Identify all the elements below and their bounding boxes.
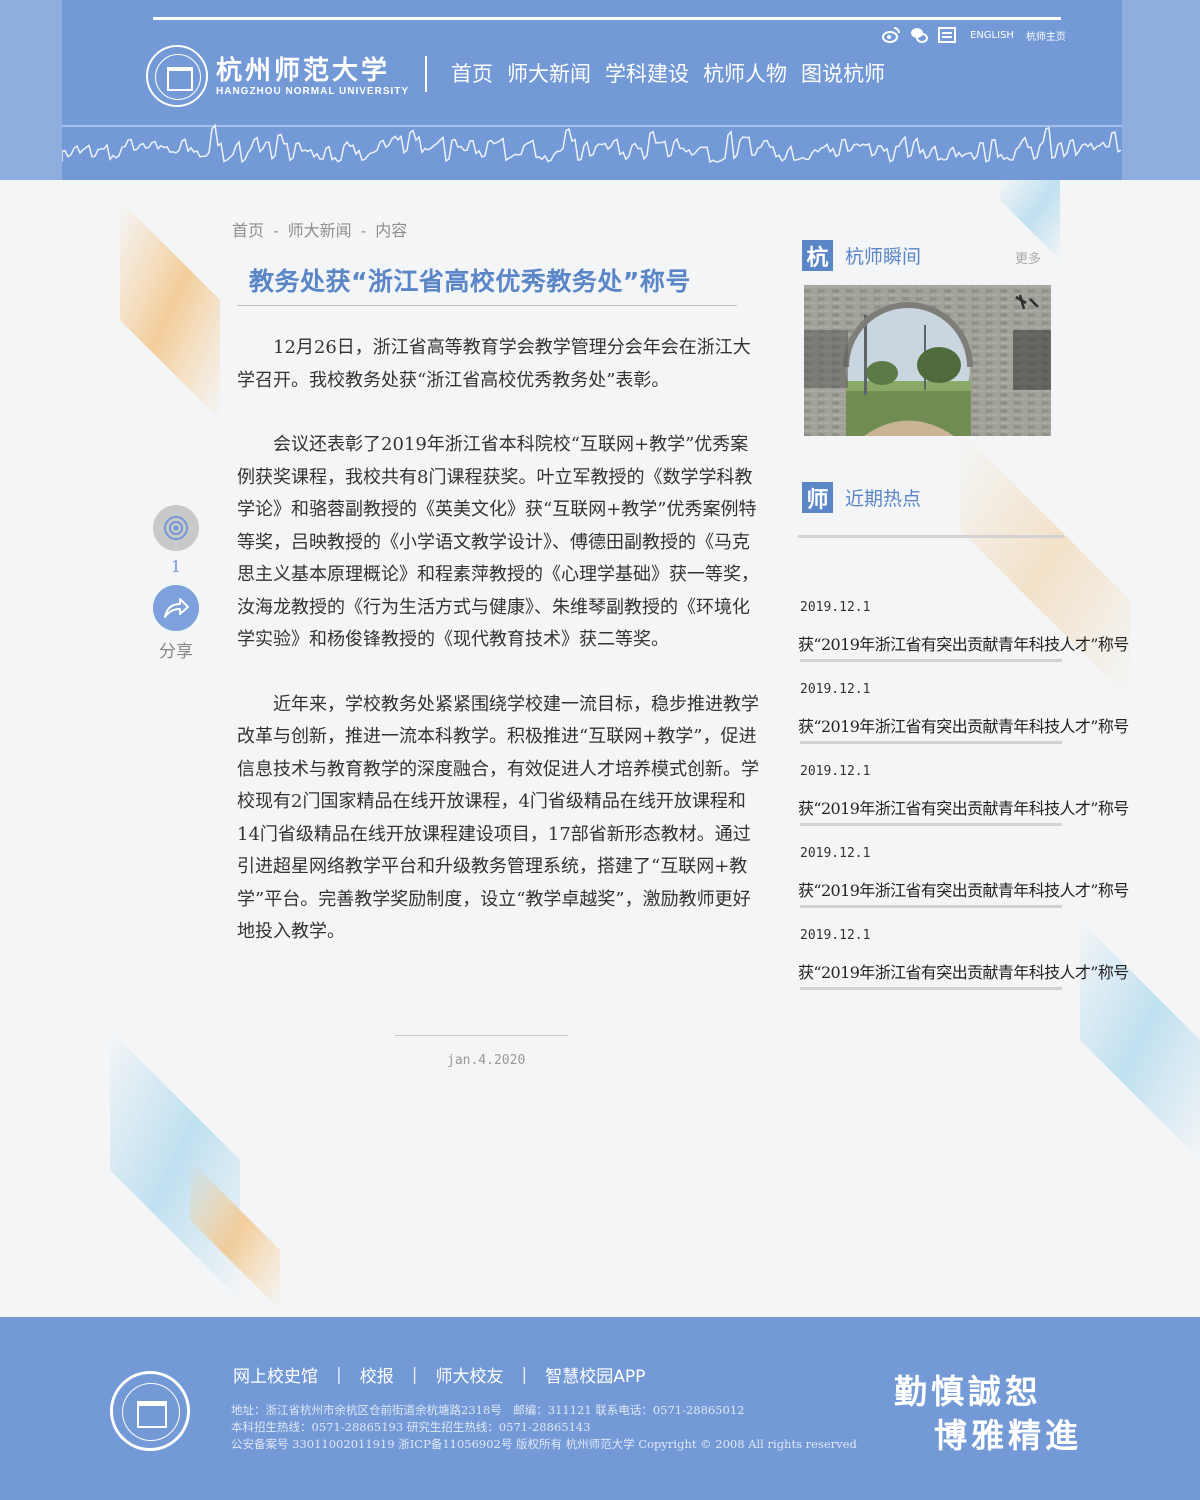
footer-seal-icon (110, 1371, 190, 1451)
view-count: 1 (170, 557, 182, 576)
article-paragraph: 会议还表彰了2019年浙江省本科院校“互联网+教学”优秀案例获奖课程，我校共有8… (237, 434, 759, 650)
hot-topic-divider (800, 823, 1062, 826)
english-link[interactable]: ENGLISH (970, 30, 1014, 41)
city-skyline-decoration (62, 123, 1122, 164)
university-seal-icon (146, 45, 208, 107)
hot-topic-divider (800, 659, 1062, 662)
breadcrumb-home[interactable]: 首页 (232, 221, 264, 240)
hot-topics-badge: 师 (802, 482, 833, 513)
weibo-icon[interactable] (880, 24, 902, 46)
nav-news[interactable]: 师大新闻 (507, 58, 591, 88)
article-body: 12月26日，浙江省高等教育学会教学管理分会年会在浙江大学召开。我校教务处获“浙… (237, 332, 759, 981)
hot-topics-header: 师 近期热点 (802, 482, 921, 513)
logo-divider (425, 56, 427, 92)
logo-chinese-name: 杭州师范大学 (216, 55, 391, 86)
hot-topic-title[interactable]: 获“2019年浙江省有突出贡献青年科技人才”称号 (798, 795, 1129, 819)
footer-copyright: 公安备案号 33011002011919 浙ICP备11056902号 版权所有… (231, 1437, 857, 1451)
logo-text: 杭州师范大学 HANGZHOU NORMAL UNIVERSITY (216, 56, 409, 97)
hot-topic-title[interactable]: 获“2019年浙江省有突出贡献青年科技人才”称号 (798, 631, 1129, 655)
footer-info: 地址：浙江省杭州市余杭区仓前街道余杭塘路2318号 邮编：311121 联系电话… (231, 1402, 857, 1453)
hot-topic-item[interactable]: 2019.12.1 获“2019年浙江省有突出贡献青年科技人才”称号 (798, 600, 1129, 682)
breadcrumb-current: 内容 (375, 221, 408, 240)
motto-line: 博雅精進 (934, 1416, 1082, 1455)
moments-title[interactable]: 杭师瞬间 (845, 242, 921, 269)
hot-topic-date: 2019.12.1 (800, 928, 871, 943)
campus-moment-photo[interactable] (804, 285, 1051, 436)
footer-link-separator: | (521, 1364, 528, 1385)
hot-topic-item[interactable]: 2019.12.1 获“2019年浙江省有突出贡献青年科技人才”称号 (798, 928, 1129, 1010)
share-arrow-icon (164, 598, 189, 618)
moments-badge: 杭 (802, 240, 833, 271)
moments-header: 杭 杭师瞬间 (802, 240, 921, 271)
hot-topic-item[interactable]: 2019.12.1 获“2019年浙江省有突出贡献青年科技人才”称号 (798, 764, 1129, 846)
hot-topic-title[interactable]: 获“2019年浙江省有突出贡献青年科技人才”称号 (798, 713, 1129, 737)
nav-disciplines[interactable]: 学科建设 (605, 58, 689, 88)
homepage-link[interactable]: 杭师主页 (1026, 28, 1066, 43)
site-header: 杭州师范大学 HANGZHOU NORMAL UNIVERSITY 首页 师大新… (0, 0, 1200, 180)
wechat-icon[interactable] (908, 24, 930, 46)
footer-link-history[interactable]: 网上校史馆 (233, 1362, 318, 1387)
hot-topic-date: 2019.12.1 (800, 764, 871, 779)
hot-topics-title[interactable]: 近期热点 (845, 484, 921, 511)
news-icon[interactable] (936, 24, 958, 46)
hot-topic-item[interactable]: 2019.12.1 获“2019年浙江省有突出贡献青年科技人才”称号 (798, 846, 1129, 928)
hot-topic-date: 2019.12.1 (800, 846, 871, 861)
moments-more-link[interactable]: 更多 (1015, 248, 1041, 267)
logo-english-name: HANGZHOU NORMAL UNIVERSITY (216, 85, 410, 97)
article-paragraph: 近年来，学校教务处紧紧围绕学校建一流目标，稳步推进教学改革与创新，推进一流本科教… (237, 693, 759, 943)
article-tools: 1 分享 (152, 505, 200, 662)
footer-link-separator: | (336, 1364, 342, 1385)
eye-icon (164, 516, 188, 540)
article-date: jan.4.2020 (447, 1053, 526, 1068)
hot-topic-divider (800, 741, 1062, 744)
footer-hotlines: 本科招生热线：0571-28865193 研究生招生热线：0571-288651… (231, 1420, 591, 1434)
breadcrumb-separator: - (273, 221, 279, 240)
share-button[interactable] (153, 585, 199, 631)
school-motto: 勤慎誠恕 博雅精進 (894, 1370, 1082, 1458)
footer-links: 网上校史馆 | 校报 | 师大校友 | 智慧校园APP (233, 1362, 645, 1388)
date-divider (395, 1035, 568, 1036)
breadcrumb-separator: - (360, 221, 367, 240)
nav-people[interactable]: 杭师人物 (703, 58, 787, 88)
hot-topics-list: 2019.12.1 获“2019年浙江省有突出贡献青年科技人才”称号 2019.… (798, 600, 1129, 1010)
hot-topics-divider (798, 535, 1064, 538)
footer-link-app[interactable]: 智慧校园APP (545, 1362, 645, 1387)
hot-topic-title[interactable]: 获“2019年浙江省有突出贡献青年科技人才”称号 (798, 959, 1129, 983)
main-nav: 首页 师大新闻 学科建设 杭师人物 图说杭师 (451, 58, 885, 88)
hot-topic-divider (800, 987, 1062, 990)
university-logo[interactable]: 杭州师范大学 HANGZHOU NORMAL UNIVERSITY (146, 44, 416, 108)
hot-topic-date: 2019.12.1 (800, 682, 871, 697)
footer-address: 地址：浙江省杭州市余杭区仓前街道余杭塘路2318号 邮编：311121 联系电话… (231, 1403, 745, 1417)
breadcrumb: 首页 - 师大新闻 - 内容 (232, 217, 411, 241)
footer-link-newspaper[interactable]: 校报 (360, 1362, 394, 1387)
header-top-line (153, 17, 1061, 20)
share-label: 分享 (159, 642, 193, 662)
nav-gallery[interactable]: 图说杭师 (801, 58, 885, 88)
view-count-button[interactable] (153, 505, 199, 551)
breadcrumb-news[interactable]: 师大新闻 (288, 221, 352, 240)
title-divider (237, 305, 737, 306)
hot-topic-title[interactable]: 获“2019年浙江省有突出贡献青年科技人才”称号 (798, 877, 1129, 901)
hot-topic-date: 2019.12.1 (800, 600, 871, 615)
top-links: ENGLISH 杭师主页 (880, 24, 1066, 46)
motto-line: 勤慎誠恕 (894, 1372, 1042, 1411)
footer-link-alumni[interactable]: 师大校友 (435, 1362, 503, 1387)
hot-topic-divider (800, 905, 1062, 908)
moon-gate-illustration (804, 285, 1051, 436)
hot-topic-item[interactable]: 2019.12.1 获“2019年浙江省有突出贡献青年科技人才”称号 (798, 682, 1129, 764)
article-title: 教务处获“浙江省高校优秀教务处”称号 (249, 267, 691, 296)
article-paragraph: 12月26日，浙江省高等教育学会教学管理分会年会在浙江大学召开。我校教务处获“浙… (237, 337, 751, 391)
site-footer: 网上校史馆 | 校报 | 师大校友 | 智慧校园APP 地址：浙江省杭州市余杭区… (0, 1317, 1200, 1500)
nav-home[interactable]: 首页 (451, 58, 493, 88)
footer-link-separator: | (411, 1364, 418, 1385)
